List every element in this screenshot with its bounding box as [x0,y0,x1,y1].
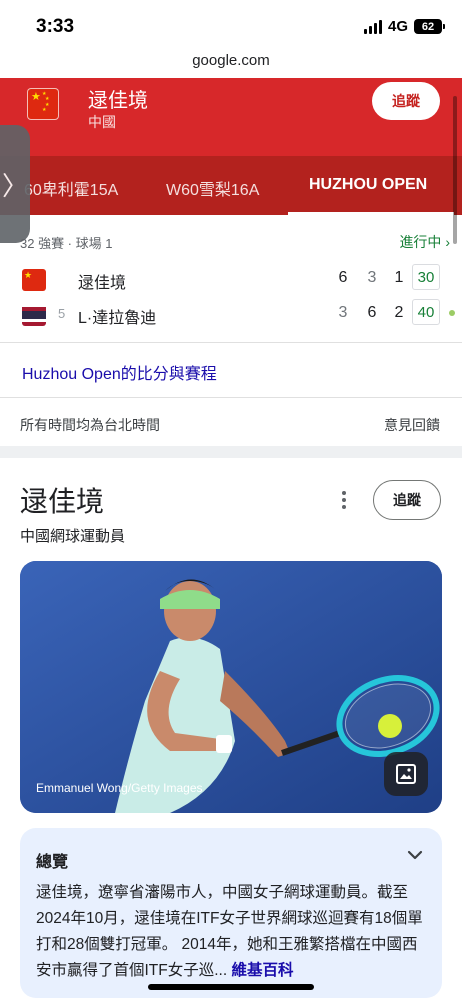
thailand-flag-icon [22,304,46,326]
set-score: 6 [367,304,377,321]
divider [0,397,462,398]
overview-card[interactable]: 總覽 逯佳境，遼寧省瀋陽市人，中國女子網球運動員。截至2024年10月，逯佳境在… [20,828,442,998]
overview-text: 逯佳境，遼寧省瀋陽市人，中國女子網球運動員。截至2024年10月，逯佳境在ITF… [36,880,432,984]
set-score: 6 [338,269,348,286]
kp-subtitle: 中國網球運動員 [20,528,126,545]
tab-tournament-1[interactable]: 60卑利霍15A [24,176,118,200]
url-bar[interactable]: google.com [0,52,462,69]
game-points: 40 [412,299,440,325]
chevron-right-icon: › [445,234,450,250]
side-panel-handle[interactable]: 〉 [0,125,30,243]
player-row[interactable]: ★ 逯佳境 6 3 1 30 [20,264,450,294]
status-indicators: 4G 62 [363,18,445,35]
match-status[interactable]: 進行中 › [399,232,450,252]
scrollbar[interactable] [453,96,457,244]
set-score: 1 [394,269,404,286]
photo-credit: Emmanuel Wong/Getty Images [36,781,203,795]
header-player-name: 逯佳境 [88,90,148,112]
home-indicator[interactable] [148,984,314,990]
image-icon [396,764,416,784]
set-score: 3 [338,304,348,321]
tab-tournament-2[interactable]: W60雪梨16A [166,176,259,200]
player-photo-illustration [20,561,442,813]
header-follow-button[interactable]: 追蹤 [372,82,440,120]
player-photo[interactable]: Emmanuel Wong/Getty Images [20,561,442,813]
wikipedia-link[interactable]: 維基百科 [227,962,293,979]
timezone-note: 所有時間均為台北時間 [20,417,160,433]
status-time: 3:33 [36,16,75,37]
scores-schedule-link[interactable]: Huzhou Open的比分與賽程 [22,360,217,384]
match-status-label: 進行中 [399,234,442,250]
kp-title: 逯佳境 [20,486,105,517]
status-bar: 3:33 4G 62 [0,0,462,50]
kp-follow-button[interactable]: 追蹤 [373,480,441,520]
tab-huzhou-open[interactable]: HUZHOU OPEN [309,176,427,194]
divider [0,342,462,343]
section-gap [0,446,462,458]
more-options-icon[interactable] [336,488,352,512]
tournament-tabs: 60卑利霍15A W60雪梨16A HUZHOU OPEN [0,156,462,215]
match-round: 32 強賽 · 球場 1 [20,236,113,251]
battery-icon: 62 [414,19,445,34]
player-name: L·達拉魯迪 [78,310,157,327]
player-name: 逯佳境 [78,275,127,292]
image-gallery-button[interactable] [384,752,428,796]
feedback-link[interactable]: 意見回饋 [384,415,440,435]
signal-icon [363,19,382,34]
player-seed: 5 [58,306,66,321]
serving-indicator [449,310,455,316]
network-type: 4G [387,18,408,35]
player-header: ★ ★ ★ ★ ★ 逯佳境 中國 追蹤 [0,78,462,156]
player-row[interactable]: 5 L·達拉魯迪 3 6 2 40 [20,299,455,329]
china-flag-icon: ★ [22,269,46,291]
header-country: 中國 [88,114,116,130]
game-points: 30 [412,264,440,290]
china-flag-icon: ★ ★ ★ ★ ★ [27,88,59,120]
overview-title: 總覽 [36,854,69,871]
active-tab-indicator [288,212,454,215]
set-score: 2 [394,304,404,321]
chevron-down-icon[interactable] [406,846,424,864]
scoreboard-header: ★ ★ ★ ★ ★ 逯佳境 中國 追蹤 60卑利霍15A W60雪梨16A HU… [0,78,462,215]
chevron-right-icon: 〉 [1,170,28,201]
set-score: 3 [367,269,377,286]
